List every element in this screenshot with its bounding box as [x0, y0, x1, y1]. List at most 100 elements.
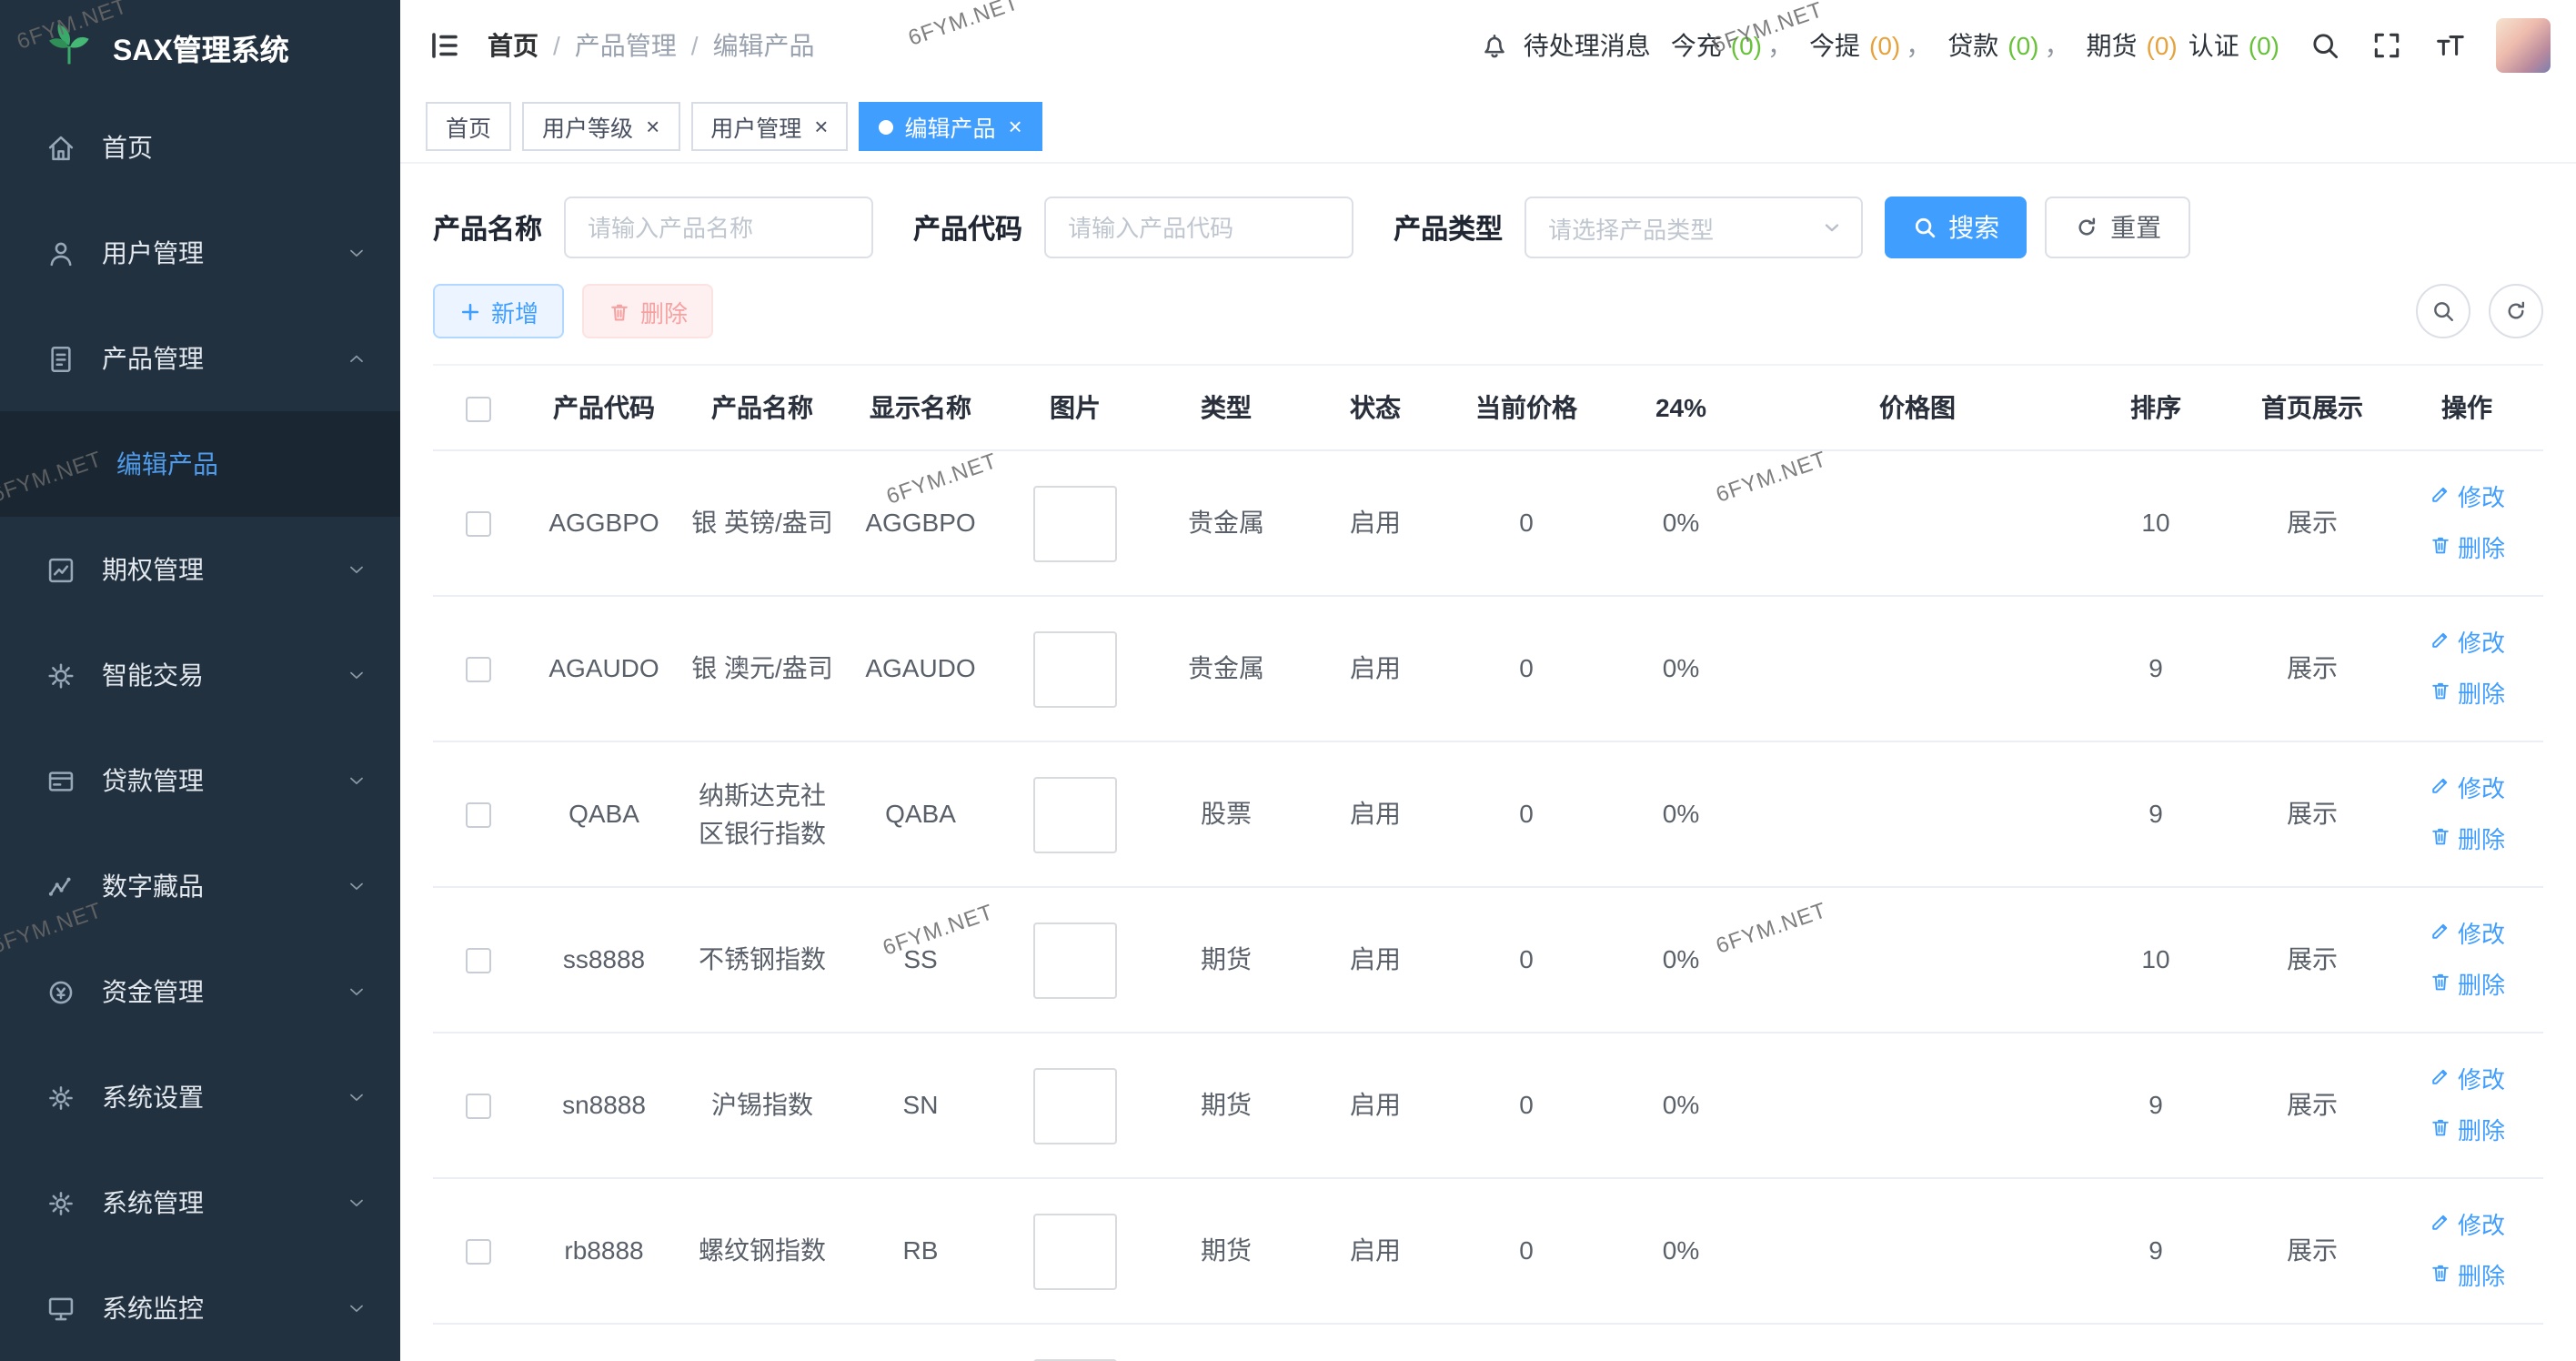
edit-icon	[2429, 626, 2452, 661]
sidebar-item-smart-trade[interactable]: 智能交易	[0, 622, 400, 728]
main-area: 首页 / 产品管理 / 编辑产品 待处理消息 今充(0)，今提(0)，贷款(0)…	[400, 0, 2576, 1361]
add-button[interactable]: 新增	[433, 284, 564, 338]
sort-cell: 9	[2078, 596, 2234, 741]
sidebar-item-nft[interactable]: 数字藏品	[0, 833, 400, 939]
type-cell	[1150, 1324, 1303, 1361]
sidebar-subitem-edit-product[interactable]: 编辑产品	[0, 411, 400, 517]
row-checkbox-cell	[433, 1324, 524, 1361]
sidebar-item-options[interactable]: 期权管理	[0, 517, 400, 622]
breadcrumb-item[interactable]: 产品管理	[575, 27, 677, 64]
fontsize-icon[interactable]	[2432, 28, 2467, 63]
product-image-cell	[1001, 450, 1150, 596]
product-code-cell: ss8888	[524, 887, 684, 1033]
sort-cell	[2078, 1324, 2234, 1361]
row-checkbox[interactable]	[466, 512, 491, 538]
actions-cell: 修改删除	[2390, 596, 2543, 741]
type-cell: 贵金属	[1150, 450, 1303, 596]
pending-messages[interactable]: 待处理消息 今充(0)，今提(0)，贷款(0)，期货(0)认证(0)	[1480, 27, 2279, 64]
table-row: ss8888不锈钢指数SS期货启用00%10展示修改删除	[433, 887, 2543, 1033]
product-code-input[interactable]	[1044, 197, 1353, 258]
home-display-cell: 展示	[2234, 1033, 2390, 1178]
price-chart-cell	[1757, 450, 2078, 596]
bell-icon[interactable]	[1480, 30, 1511, 61]
edit-link[interactable]: 修改	[2429, 917, 2505, 953]
chevron-down-icon	[1821, 217, 1843, 238]
select-all-checkbox[interactable]	[466, 397, 491, 422]
sidebar-item-system[interactable]: 系统管理	[0, 1150, 400, 1255]
tab-编辑产品[interactable]: 编辑产品×	[859, 102, 1041, 151]
delete-link[interactable]: 删除	[2429, 1258, 2505, 1294]
row-checkbox[interactable]	[466, 1094, 491, 1120]
search-icon[interactable]	[2309, 29, 2341, 62]
actions-cell	[2390, 1324, 2543, 1361]
avatar[interactable]	[2496, 18, 2551, 73]
hamburger-icon[interactable]	[426, 27, 462, 64]
edit-link[interactable]: 修改	[2429, 771, 2505, 807]
sidebar-item-funds[interactable]: 资金管理	[0, 939, 400, 1044]
tab-close-icon[interactable]: ×	[646, 115, 659, 138]
sidebar-item-monitor[interactable]: 系统监控	[0, 1255, 400, 1361]
sort-cell: 9	[2078, 1033, 2234, 1178]
navbar: 首页 / 产品管理 / 编辑产品 待处理消息 今充(0)，今提(0)，贷款(0)…	[400, 0, 2576, 91]
row-checkbox[interactable]	[466, 1240, 491, 1265]
product-name-input[interactable]	[564, 197, 873, 258]
tab-首页[interactable]: 首页	[426, 102, 511, 151]
product-name-cell: 沪锡指数	[684, 1033, 840, 1178]
delete-link[interactable]: 删除	[2429, 530, 2505, 566]
app-root: 6FYM.NET 6FYM.NET 6FYM.NET 6FYM.NET 6FYM…	[0, 0, 2576, 1361]
app-logo[interactable]: SAX管理系统	[0, 0, 400, 95]
message-count: (0)	[2249, 31, 2279, 60]
product-type-select[interactable]: 请选择产品类型	[1524, 197, 1863, 258]
price-cell: 0	[1448, 1033, 1605, 1178]
delete-link[interactable]: 删除	[2429, 822, 2505, 857]
tab-用户管理[interactable]: 用户管理×	[690, 102, 848, 151]
sidebar-item-home[interactable]: 首页	[0, 95, 400, 200]
fullscreen-icon[interactable]	[2370, 29, 2403, 62]
product-name-cell	[684, 1324, 840, 1361]
edit-icon	[2429, 771, 2452, 807]
delete-link[interactable]: 删除	[2429, 1113, 2505, 1148]
toggle-search-button[interactable]	[2416, 284, 2470, 338]
home-display-cell: 展示	[2234, 741, 2390, 887]
home-display-cell: 展示	[2234, 1178, 2390, 1324]
row-checkbox-cell	[433, 741, 524, 887]
edit-link[interactable]: 修改	[2429, 480, 2505, 516]
reset-button[interactable]: 重置	[2045, 197, 2190, 258]
chevron-down-icon	[346, 1192, 367, 1214]
chevron-down-icon	[346, 559, 367, 580]
delete-button[interactable]: 删除	[582, 284, 713, 338]
chevron-down-icon	[346, 1086, 367, 1108]
edit-link[interactable]: 修改	[2429, 626, 2505, 661]
delete-link[interactable]: 删除	[2429, 676, 2505, 711]
product-name-cell: 纳斯达克社区银行指数	[684, 741, 840, 887]
delete-link[interactable]: 删除	[2429, 967, 2505, 1003]
options-icon	[44, 553, 76, 586]
row-checkbox[interactable]	[466, 803, 491, 829]
refresh-button[interactable]	[2489, 284, 2543, 338]
display-name-cell: AGGBPO	[840, 450, 1001, 596]
sidebar-item-products[interactable]: 产品管理	[0, 306, 400, 411]
row-checkbox[interactable]	[466, 658, 491, 683]
product-name-cell: 螺纹钢指数	[684, 1178, 840, 1324]
edit-link[interactable]: 修改	[2429, 1208, 2505, 1244]
sidebar-item-users[interactable]: 用户管理	[0, 200, 400, 306]
tab-close-icon[interactable]: ×	[814, 115, 828, 138]
sidebar-item-loans[interactable]: 贷款管理	[0, 728, 400, 833]
product-image	[1033, 1213, 1117, 1289]
tab-用户等级[interactable]: 用户等级×	[522, 102, 679, 151]
status-cell: 启用	[1303, 450, 1448, 596]
sidebar-item-settings[interactable]: 系统设置	[0, 1044, 400, 1150]
edit-link[interactable]: 修改	[2429, 1063, 2505, 1098]
row-checkbox[interactable]	[466, 949, 491, 974]
column-header: 操作	[2390, 365, 2543, 450]
display-name-cell	[840, 1324, 1001, 1361]
tab-close-icon[interactable]: ×	[1009, 115, 1022, 138]
column-header: 价格图	[1757, 365, 2078, 450]
breadcrumb-item[interactable]: 首页	[488, 27, 538, 64]
chevron-down-icon	[346, 1297, 367, 1319]
product-image	[1033, 1067, 1117, 1144]
product-image-cell	[1001, 1033, 1150, 1178]
column-header: 当前价格	[1448, 365, 1605, 450]
search-button[interactable]: 搜索	[1885, 197, 2027, 258]
type-cell: 期货	[1150, 887, 1303, 1033]
